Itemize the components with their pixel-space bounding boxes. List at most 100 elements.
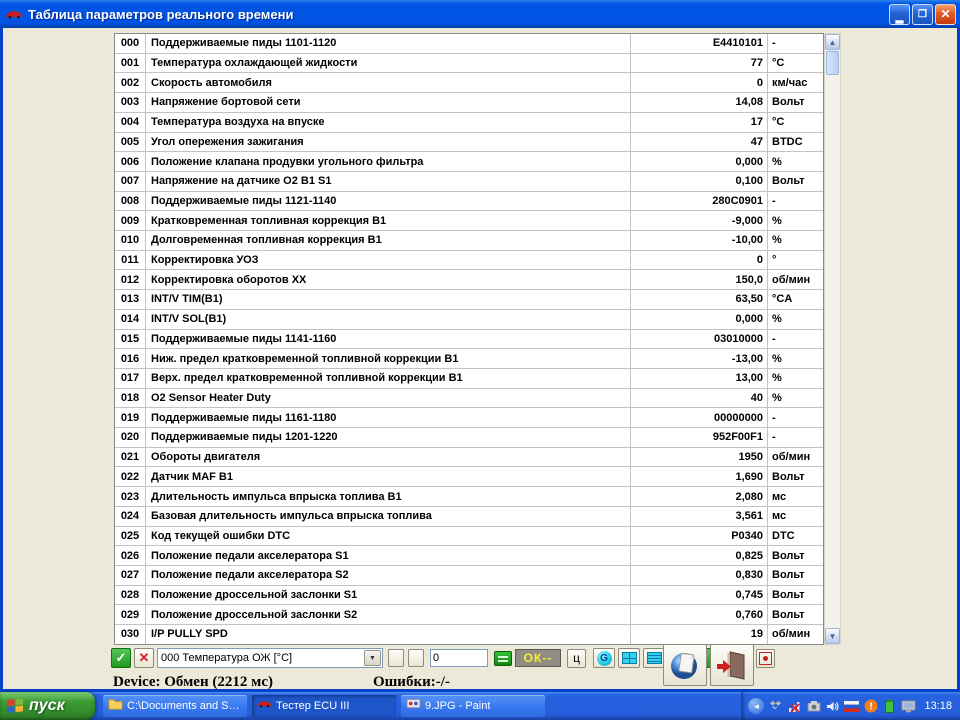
param-unit-cell: °C xyxy=(767,53,823,73)
taskbar-task[interactable]: Тестер ECU III xyxy=(252,695,396,717)
table-row[interactable]: 000 Поддерживаемые пиды 1101-1120 E4410101… xyxy=(115,34,823,54)
table-row[interactable]: 029 Положение дроссельной заслонки S2 0,76… xyxy=(115,605,823,626)
title-bar[interactable]: Таблица параметров реального времени ▂ ❐… xyxy=(0,0,960,28)
param-name-cell: INT/V SOL(B1) xyxy=(151,313,227,326)
table-row[interactable]: 001 Температура охлаждающей жидкости 77 °C xyxy=(115,53,823,74)
confirm-button[interactable]: ✓ xyxy=(111,648,131,668)
table-row[interactable]: 010 Долговременная топливная коррекция B1… xyxy=(115,231,823,251)
table-row[interactable]: 019 Поддерживаемые пиды 1161-1180 00000000… xyxy=(115,408,823,429)
param-value-cell: P0340 xyxy=(630,526,767,546)
table-row[interactable]: 022 Датчик MAF B1 1,690 Вольт xyxy=(115,467,823,488)
record-button[interactable] xyxy=(756,648,775,668)
desktop: Таблица параметров реального времени ▂ ❐… xyxy=(0,0,960,720)
table-row[interactable]: 014 INT/V SOL(B1) 0,000% xyxy=(115,309,823,330)
param-unit-cell: Вольт xyxy=(767,467,823,487)
c-button[interactable]: ц xyxy=(567,648,586,668)
table-row[interactable]: 017 Верх. предел кратковременной топливно… xyxy=(115,368,823,389)
table-row[interactable]: 002 Скорость автомобиля 0 км/час xyxy=(115,73,823,94)
table-row[interactable]: 015 Поддерживаемые пиды 1141-1160 03010000… xyxy=(115,329,823,350)
taskbar-task[interactable]: C:\Documents and Se... xyxy=(103,695,247,717)
dropbox-icon[interactable] xyxy=(768,699,783,714)
param-name-cell: Положение дроссельной заслонки S2 xyxy=(151,608,358,621)
tray-chevron-icon[interactable]: ◄ xyxy=(748,698,765,714)
param-id-cell: 028 xyxy=(115,585,146,605)
table-row[interactable]: 009 Кратковременная топливная коррекция B… xyxy=(115,211,823,232)
param-id-cell: 008 xyxy=(115,191,146,211)
restore-button[interactable]: ❐ xyxy=(912,3,933,25)
taskbar-tasks: C:\Documents and Se... Тестер ECU III 9.JP… xyxy=(95,695,741,717)
param-name-cell: Поддерживаемые пиды 1201-1220 xyxy=(151,431,338,444)
minimize-button[interactable]: ▂ xyxy=(889,3,910,25)
scroll-down-arrow-icon[interactable]: ▼ xyxy=(825,628,840,644)
table-row[interactable]: 006 Положение клапана продувки угольного … xyxy=(115,152,823,172)
close-button[interactable]: ✕ xyxy=(935,3,956,25)
split-view-button[interactable] xyxy=(618,648,640,668)
param-id-cell: 029 xyxy=(115,605,146,625)
start-label: пуск xyxy=(29,697,65,714)
table-row[interactable]: 005 Угол опережения зажигания 47 BTDC xyxy=(115,132,823,153)
table-row[interactable]: 007 Напряжение на датчике O2 B1 S1 0,100 Во… xyxy=(115,171,823,192)
log-viewer-button[interactable] xyxy=(663,644,707,686)
param-value-cell: 0,000 xyxy=(630,152,767,171)
blank-button-2[interactable] xyxy=(408,649,424,667)
param-id-cell: 023 xyxy=(115,487,146,506)
start-button[interactable]: пуск xyxy=(0,692,95,720)
param-unit-cell: % xyxy=(767,211,823,231)
param-value-cell: 77 xyxy=(630,53,767,73)
volume-icon[interactable] xyxy=(825,699,840,714)
globe-document-icon xyxy=(671,652,697,679)
battery-icon[interactable] xyxy=(882,699,897,714)
language-flag-ru-icon[interactable] xyxy=(844,699,860,714)
table-row[interactable]: 003 Напряжение бортовой сети 14,08 Вольт xyxy=(115,93,823,113)
param-unit-cell: - xyxy=(767,34,823,53)
ecu-chip-icon[interactable] xyxy=(494,650,512,666)
param-unit-cell: Вольт xyxy=(767,585,823,605)
parameter-select[interactable]: 000 Температура ОЖ [°C] ▼ xyxy=(157,648,383,668)
table-row[interactable]: 011 Корректировка УОЗ 0 ° xyxy=(115,250,823,271)
table-row[interactable]: 018 O2 Sensor Heater Duty 40% xyxy=(115,388,823,409)
table-row[interactable]: 013 INT/V TIM(B1) 63,50 °CA xyxy=(115,290,823,310)
table-row[interactable]: 021 Обороты двигателя 1950 об/мин xyxy=(115,447,823,468)
list-view-button[interactable] xyxy=(643,648,665,668)
alert-icon[interactable]: ! xyxy=(863,699,878,714)
device-camera-icon[interactable] xyxy=(806,699,821,714)
windows-flag-icon xyxy=(7,698,23,713)
network-disabled-icon[interactable] xyxy=(787,699,802,714)
table-row[interactable]: 026 Положение педали акселератора S1 0,825… xyxy=(115,546,823,566)
table-row[interactable]: 016 Ниж. предел кратковременной топливной… xyxy=(115,349,823,369)
chevron-down-icon[interactable]: ▼ xyxy=(364,650,381,666)
table-row[interactable]: 023 Длительность импульса впрыска топлива… xyxy=(115,487,823,507)
param-unit-cell: % xyxy=(767,388,823,408)
taskbar-task[interactable]: 9.JPG - Paint xyxy=(401,695,545,717)
table-scrollbar[interactable]: ▲ ▼ xyxy=(824,33,841,645)
table-row[interactable]: 030 I/P PULLY SPD 19 об/мин xyxy=(115,625,823,644)
table-row[interactable]: 020 Поддерживаемые пиды 1201-1220 952F00F1… xyxy=(115,428,823,448)
param-id-cell: 025 xyxy=(115,526,146,546)
param-unit-cell: - xyxy=(767,408,823,428)
exit-button[interactable] xyxy=(710,644,754,686)
task-label: C:\Documents and Se... xyxy=(127,700,242,712)
display-monitor-icon[interactable] xyxy=(901,699,916,714)
cancel-button[interactable]: ✕ xyxy=(134,648,154,668)
table-row[interactable]: 024 Базовая длительность импульса впрыска… xyxy=(115,506,823,527)
table-row[interactable]: 025 Код текущей ошибки DTC P0340 DTC xyxy=(115,526,823,547)
table-row[interactable]: 008 Поддерживаемые пиды 1121-1140 280C0901… xyxy=(115,191,823,212)
table-row[interactable]: 028 Положение дроссельной заслонки S1 0,74… xyxy=(115,585,823,606)
param-id-cell: 016 xyxy=(115,349,146,368)
param-id-cell: 004 xyxy=(115,112,146,132)
graph-button[interactable]: G xyxy=(593,648,615,668)
param-unit-cell: об/мин xyxy=(767,625,823,644)
param-unit-cell: Вольт xyxy=(767,546,823,565)
scroll-up-arrow-icon[interactable]: ▲ xyxy=(825,34,840,50)
scrollbar-thumb[interactable] xyxy=(826,51,839,75)
param-value-cell: 0,000 xyxy=(630,309,767,329)
table-row[interactable]: 027 Положение педали акселератора S2 0,830… xyxy=(115,565,823,586)
param-value-cell: 2,080 xyxy=(630,487,767,506)
param-name-cell: Корректировка оборотов ХХ xyxy=(151,273,307,286)
blank-button-1[interactable] xyxy=(388,649,404,667)
value-input[interactable] xyxy=(430,649,488,667)
table-row[interactable]: 004 Температура воздуха на впуске 17 °C xyxy=(115,112,823,133)
param-unit-cell: об/мин xyxy=(767,447,823,467)
table-row[interactable]: 012 Корректировка оборотов ХХ 150,0 об/мин xyxy=(115,270,823,291)
param-unit-cell: об/мин xyxy=(767,270,823,290)
